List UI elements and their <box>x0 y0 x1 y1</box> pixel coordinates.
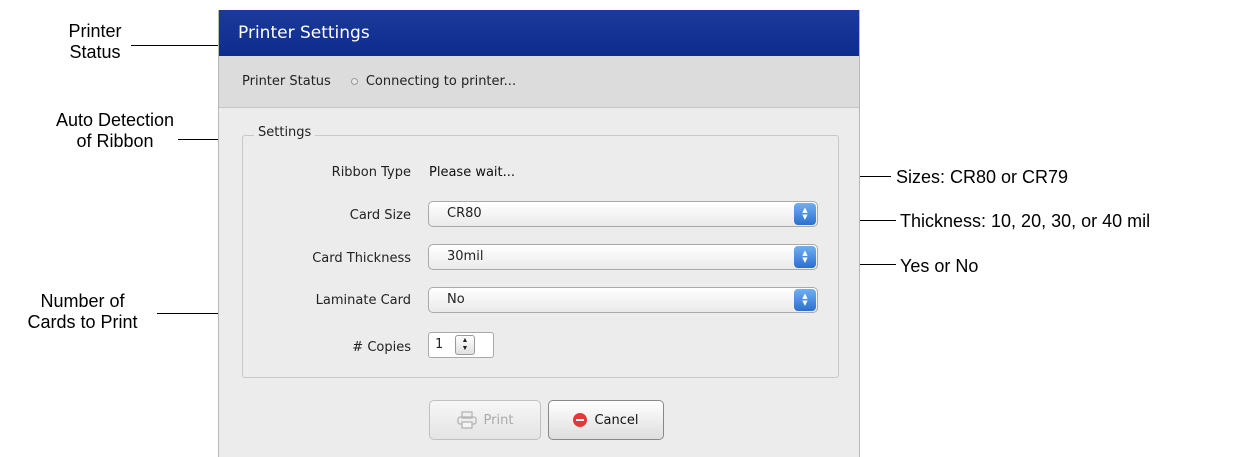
callout-sizes: Sizes: CR80 or CR79 <box>896 167 1069 187</box>
copies-stepper[interactable]: 1 ▲ ▼ <box>428 332 494 358</box>
card-thickness-select[interactable]: 30mil ▲ ▼ <box>428 244 818 270</box>
card-size-value: CR80 <box>447 206 482 221</box>
laminate-card-dropdown-icon[interactable]: ▲ ▼ <box>794 289 816 311</box>
card-size-label: Card Size <box>349 208 411 223</box>
copies-label: # Copies <box>352 340 411 355</box>
printer-icon <box>456 411 477 429</box>
callout-printer-status: Printer Status <box>50 21 140 63</box>
cancel-icon <box>573 413 588 427</box>
ribbon-type-value: Please wait... <box>429 165 516 180</box>
laminate-card-value: No <box>447 292 465 307</box>
callout-auto-detection: Auto Detection of Ribbon <box>20 110 210 152</box>
card-thickness-value: 30mil <box>447 249 484 264</box>
callout-number-of-cards: Number of Cards to Print <box>0 291 165 333</box>
callout-auto-detection-line1: Auto Detection <box>55 110 175 130</box>
ribbon-type-label: Ribbon Type <box>331 165 411 180</box>
callout-number-of-cards-line2: Cards to Print <box>27 312 138 332</box>
cancel-button[interactable]: Cancel <box>548 400 664 440</box>
laminate-card-label: Laminate Card <box>315 293 411 308</box>
callout-thickness: Thickness: 10, 20, 30, or 40 mil <box>900 211 1151 231</box>
print-button[interactable]: Print <box>429 400 541 440</box>
settings-legend: Settings <box>254 125 316 140</box>
status-label: Printer Status <box>242 74 331 89</box>
card-thickness-dropdown-icon[interactable]: ▲ ▼ <box>794 246 816 268</box>
laminate-card-select[interactable]: No ▲ ▼ <box>428 287 818 313</box>
card-size-dropdown-icon[interactable]: ▲ ▼ <box>794 203 816 225</box>
callout-printer-status-line1: Printer <box>68 21 122 41</box>
status-text: Connecting to printer... <box>365 74 517 89</box>
callout-number-of-cards-line1: Number of <box>40 291 125 311</box>
copies-value[interactable]: 1 <box>435 333 443 357</box>
print-button-label: Print <box>483 412 514 428</box>
status-indicator-icon <box>350 78 358 85</box>
card-size-select[interactable]: CR80 ▲ ▼ <box>428 201 818 227</box>
printer-settings-dialog: Printer Settings Printer Status Connecti… <box>218 10 860 457</box>
copies-spin-arrows-icon[interactable]: ▲ ▼ <box>455 335 475 355</box>
card-thickness-label: Card Thickness <box>312 251 411 266</box>
cancel-button-label: Cancel <box>594 412 639 428</box>
dialog-title: Printer Settings <box>219 10 859 56</box>
callout-auto-detection-line2: of Ribbon <box>76 131 154 151</box>
callout-yes-no: Yes or No <box>900 256 979 276</box>
status-bar: Printer Status Connecting to printer... <box>219 56 859 108</box>
callout-printer-status-line2: Status <box>69 42 121 62</box>
